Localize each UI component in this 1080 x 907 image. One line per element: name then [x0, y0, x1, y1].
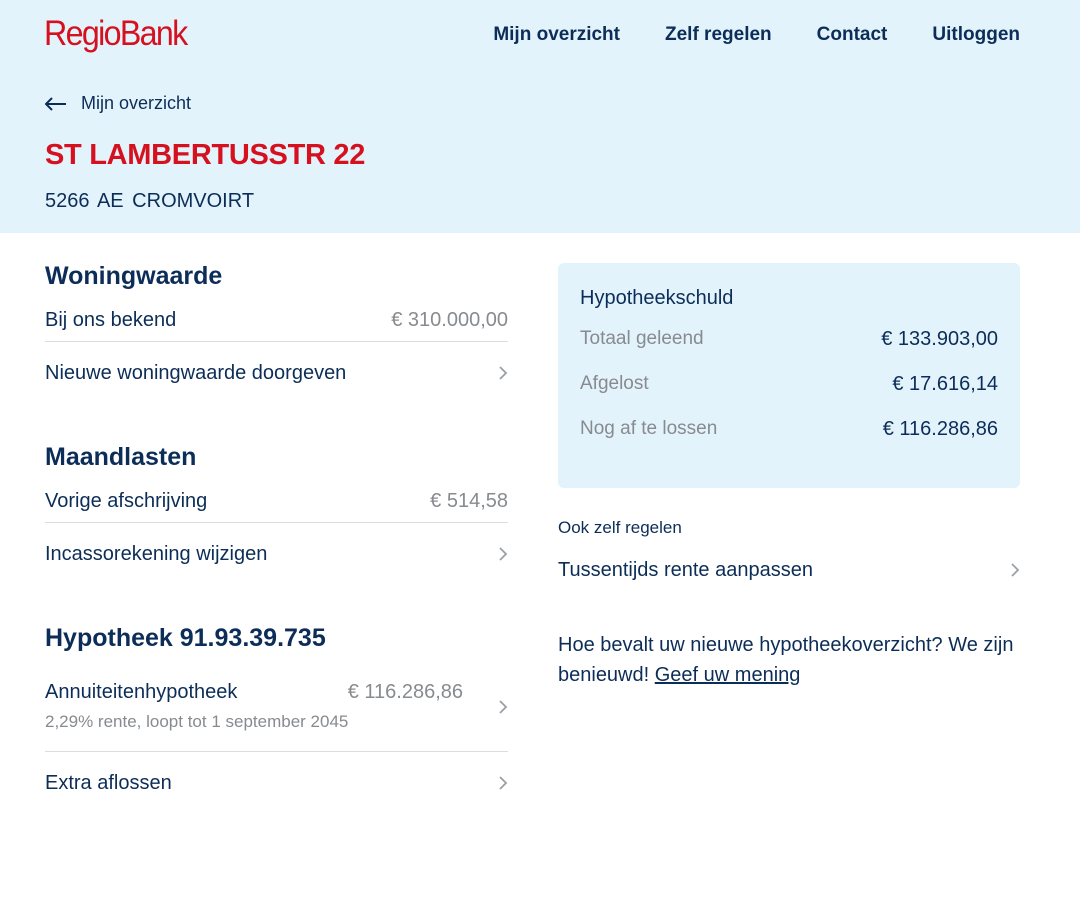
adjust-rate-label: Tussentijds rente aanpassen	[558, 558, 813, 581]
mortgage-amount: € 116.286,86	[347, 681, 463, 703]
mortgage-debt-title: Hypotheekschuld	[580, 287, 734, 309]
last-debit-amount: € 514,58	[430, 490, 508, 512]
feedback-text: Hoe bevalt uw nieuwe hypotheekoverzicht?…	[558, 630, 1020, 690]
property-city: 5266 AE CROMVOIRT	[45, 190, 255, 212]
section-title-hypotheek: Hypotheek 91.93.39.735	[45, 624, 326, 652]
update-home-value-label: Nieuwe woningwaarde doorgeven	[45, 361, 347, 384]
chevron-right-icon	[499, 547, 508, 561]
regiobank-logo[interactable]: RegioBank	[44, 14, 188, 54]
mortgage-part-info: Annuiteitenhypotheek € 116.286,86 2,29% …	[45, 681, 463, 732]
debt-row-label: Totaal geleend	[580, 328, 704, 349]
chevron-right-icon	[499, 699, 508, 714]
back-link[interactable]: Mijn overzicht	[45, 93, 191, 114]
extra-repay-label: Extra aflossen	[45, 771, 172, 794]
debt-row-label: Nog af te lossen	[580, 418, 718, 439]
debt-row-value: € 133.903,00	[881, 328, 998, 350]
main-nav: Mijn overzicht Zelf regelen Contact Uitl…	[448, 24, 1020, 46]
mortgage-part-row[interactable]: Annuiteitenhypotheek € 116.286,86 2,29% …	[45, 662, 508, 752]
left-column: Woningwaarde Bij ons bekend € 310.000,00…	[45, 262, 508, 814]
known-value-label: Bij ons bekend	[45, 309, 177, 331]
arrow-left-icon	[45, 96, 66, 111]
mortgage-debt-card: Hypotheekschuld Totaal geleend € 133.903…	[558, 263, 1020, 488]
known-value-amount: € 310.000,00	[391, 309, 508, 331]
nav-mijn-overzicht[interactable]: Mijn overzicht	[493, 24, 620, 46]
debt-row-value: € 116.286,86	[882, 418, 998, 440]
debt-row-repaid: Afgelost € 17.616,14	[580, 373, 998, 418]
back-link-label: Mijn overzicht	[81, 93, 192, 113]
property-street: ST LAMBERTUSSTR 22	[45, 139, 366, 171]
extra-repay-link[interactable]: Extra aflossen	[45, 752, 508, 814]
nav-uitloggen[interactable]: Uitloggen	[932, 24, 1020, 46]
section-title-woningwaarde: Woningwaarde	[45, 262, 223, 290]
nav-zelf-regelen[interactable]: Zelf regelen	[665, 24, 772, 46]
self-service-heading: Ook zelf regelen	[558, 518, 682, 537]
chevron-right-icon	[499, 366, 508, 380]
debt-row-value: € 17.616,14	[892, 373, 998, 395]
change-debit-account-link[interactable]: Incassorekening wijzigen	[45, 523, 508, 585]
last-debit-label: Vorige afschrijving	[45, 490, 208, 512]
chevron-right-icon	[1011, 563, 1020, 577]
nav-contact[interactable]: Contact	[817, 24, 888, 46]
section-title-maandlasten: Maandlasten	[45, 443, 197, 471]
feedback-link[interactable]: Geef uw mening	[655, 664, 801, 686]
known-value-row: Bij ons bekend € 310.000,00	[45, 300, 508, 342]
adjust-rate-link[interactable]: Tussentijds rente aanpassen	[558, 554, 1020, 586]
last-debit-row: Vorige afschrijving € 514,58	[45, 481, 508, 523]
mortgage-detail: 2,29% rente, loopt tot 1 september 2045	[45, 712, 349, 731]
debt-row-label: Afgelost	[580, 373, 649, 394]
chevron-right-icon	[499, 776, 508, 790]
change-debit-account-label: Incassorekening wijzigen	[45, 542, 268, 565]
update-home-value-link[interactable]: Nieuwe woningwaarde doorgeven	[45, 342, 508, 404]
mortgage-type: Annuiteitenhypotheek	[45, 681, 238, 703]
debt-row-remaining: Nog af te lossen € 116.286,86	[580, 418, 998, 463]
debt-row-total: Totaal geleend € 133.903,00	[580, 328, 998, 373]
